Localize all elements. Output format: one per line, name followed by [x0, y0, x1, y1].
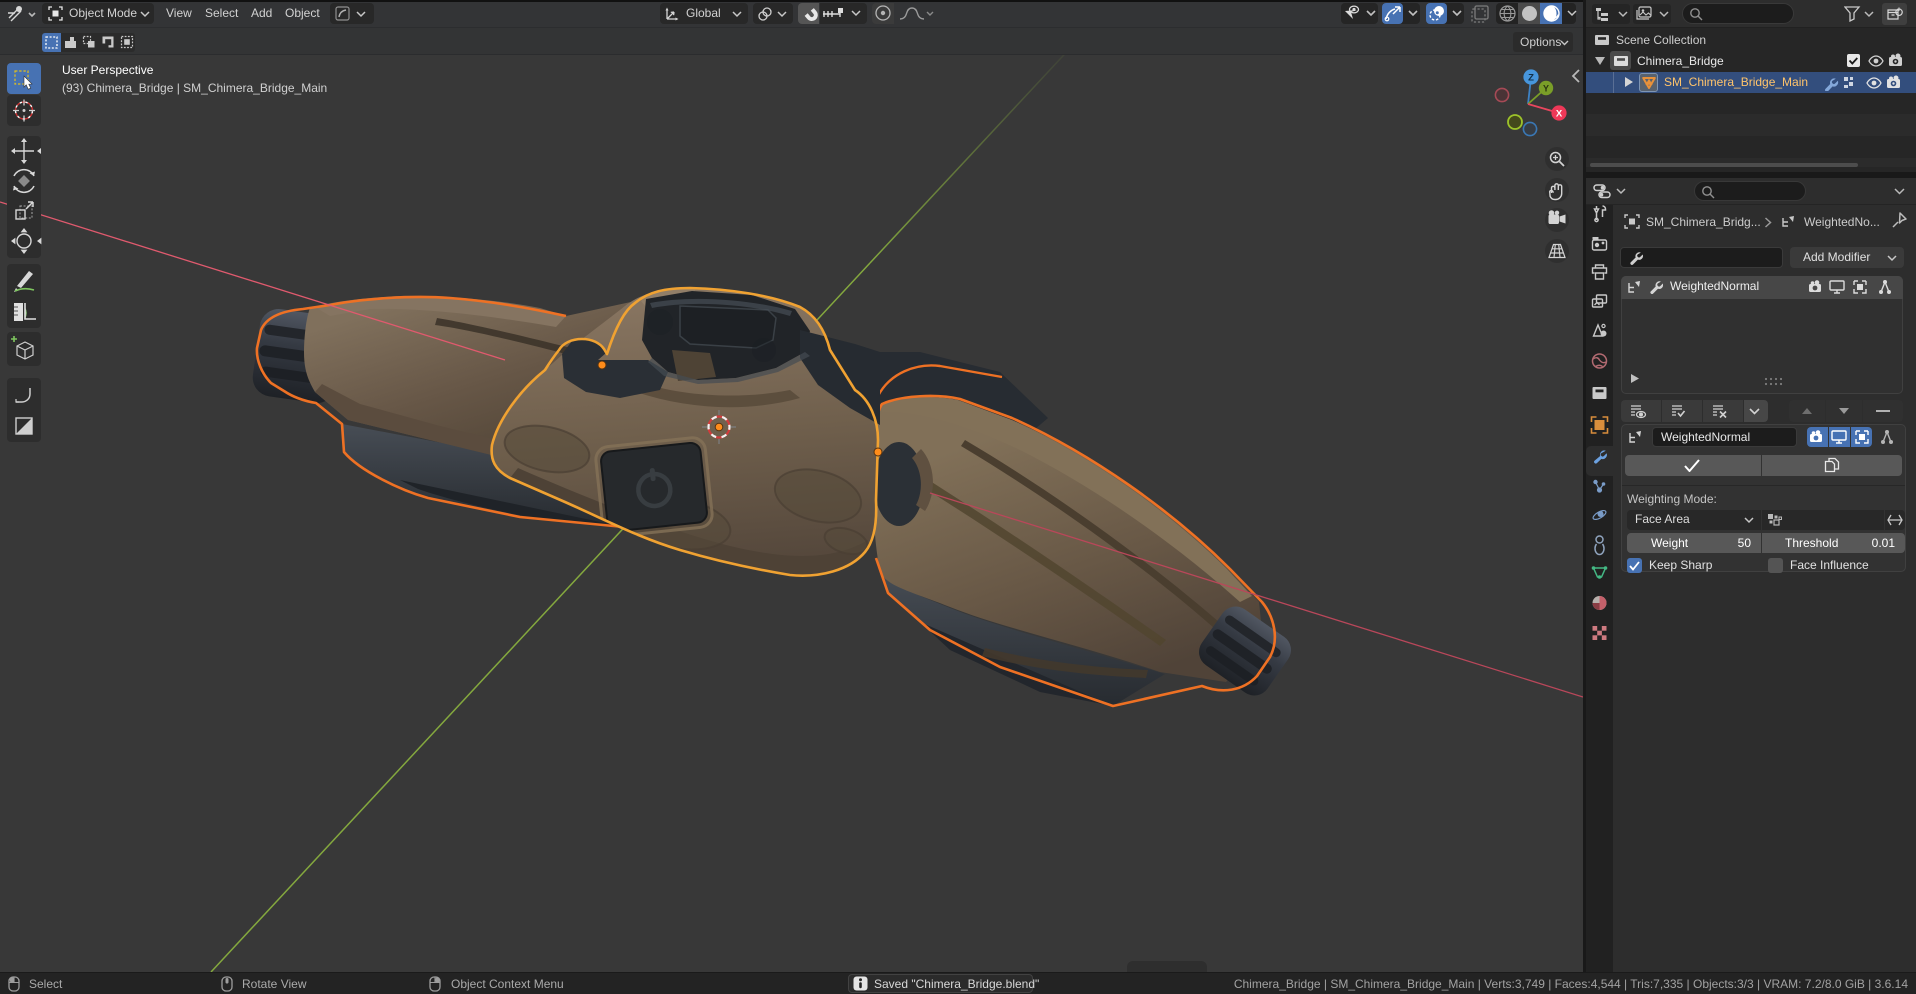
svg-text:Z: Z — [1528, 73, 1534, 84]
svg-text:X: X — [1556, 109, 1563, 120]
svg-text:Y: Y — [1543, 83, 1549, 93]
